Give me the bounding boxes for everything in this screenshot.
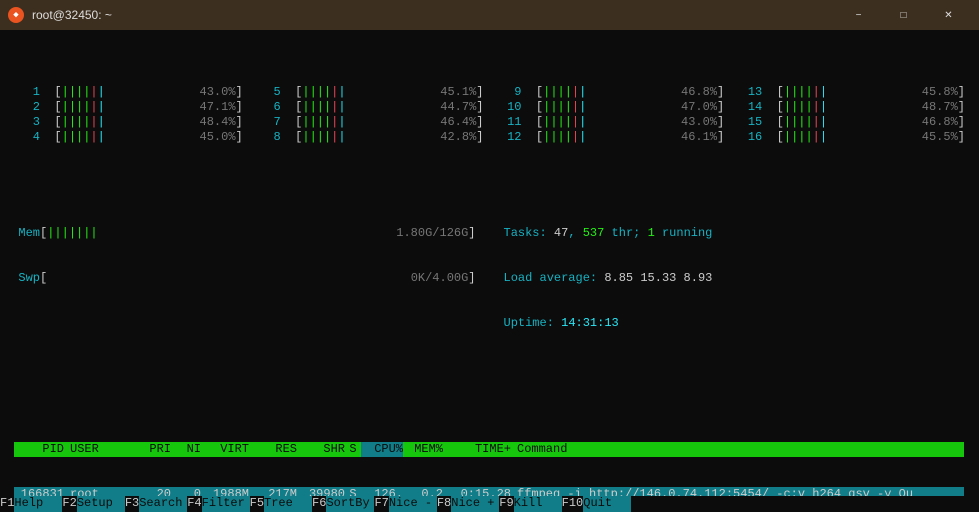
fkey-f5[interactable]: F5 bbox=[250, 496, 264, 512]
cpu-meter: 8 [|||||| 42.8%] bbox=[255, 130, 484, 145]
terminal-body[interactable]: 1 [|||||| 43.0%]2 [|||||| 47.1%]3 [|||||… bbox=[0, 30, 979, 496]
mem-meter: Mem[|||||||1.80G/126G] bbox=[14, 226, 476, 241]
fkey-label[interactable]: Nice + bbox=[451, 496, 499, 512]
fkey-label[interactable]: Setup bbox=[77, 496, 125, 512]
col-shr[interactable]: SHR bbox=[297, 442, 345, 457]
cpu-meter: 13 [|||||| 45.8%] bbox=[736, 85, 965, 100]
uptime-line: Uptime: 14:31:13 bbox=[504, 316, 966, 331]
fkey-f3[interactable]: F3 bbox=[125, 496, 139, 512]
fkey-label[interactable]: Search bbox=[139, 496, 187, 512]
cpu-meter: 4 [|||||| 45.0%] bbox=[14, 130, 243, 145]
cpu-meter: 10 [|||||| 47.0%] bbox=[496, 100, 725, 115]
fkey-f9[interactable]: F9 bbox=[499, 496, 513, 512]
fkey-f6[interactable]: F6 bbox=[312, 496, 326, 512]
fkey-label[interactable]: SortBy bbox=[326, 496, 374, 512]
cpu-meter: 1 [|||||| 43.0%] bbox=[14, 85, 243, 100]
col-mem[interactable]: MEM% bbox=[403, 442, 443, 457]
cpu-meter: 16 [|||||| 45.5%] bbox=[736, 130, 965, 145]
fkey-f1[interactable]: F1 bbox=[0, 496, 14, 512]
fkey-f10[interactable]: F10 bbox=[562, 496, 584, 512]
mem-summary: Mem[|||||||1.80G/126G] Swp[0K/4.00G] Tas… bbox=[14, 196, 965, 361]
cpu-meter: 7 [|||||| 46.4%] bbox=[255, 115, 484, 130]
loadavg-line: Load average: 8.85 15.33 8.93 bbox=[504, 271, 966, 286]
titlebar[interactable]: ◆ root@32450: ~ − □ ✕ bbox=[0, 0, 979, 30]
swp-meter: Swp[0K/4.00G] bbox=[14, 271, 476, 286]
fkey-label[interactable]: Filter bbox=[202, 496, 250, 512]
fkey-label[interactable]: Nice - bbox=[389, 496, 437, 512]
cpu-meter: 12 [|||||| 46.1%] bbox=[496, 130, 725, 145]
cpu-meter: 9 [|||||| 46.8%] bbox=[496, 85, 725, 100]
col-pri[interactable]: PRI bbox=[136, 442, 171, 457]
maximize-button[interactable]: □ bbox=[881, 0, 926, 30]
fkey-f4[interactable]: F4 bbox=[187, 496, 201, 512]
col-s[interactable]: S bbox=[345, 442, 361, 457]
cpu-meter: 5 [|||||| 45.1%] bbox=[255, 85, 484, 100]
fkey-f7[interactable]: F7 bbox=[374, 496, 388, 512]
col-cpu-sorted[interactable]: CPU% bbox=[361, 442, 403, 457]
function-key-bar: F1HelpF2SetupF3SearchF4FilterF5TreeF6Sor… bbox=[0, 496, 979, 512]
minimize-button[interactable]: − bbox=[836, 0, 881, 30]
col-pid[interactable]: PID bbox=[14, 442, 64, 457]
process-table: PID USER PRI NI VIRT RES SHR S CPU% MEM%… bbox=[14, 412, 965, 496]
col-res[interactable]: RES bbox=[249, 442, 297, 457]
window-title: root@32450: ~ bbox=[32, 8, 836, 23]
col-ni[interactable]: NI bbox=[171, 442, 201, 457]
cpu-meter: 6 [|||||| 44.7%] bbox=[255, 100, 484, 115]
col-virt[interactable]: VIRT bbox=[201, 442, 249, 457]
fkey-label[interactable]: Kill bbox=[514, 496, 562, 512]
fkey-f8[interactable]: F8 bbox=[437, 496, 451, 512]
fkey-f2[interactable]: F2 bbox=[62, 496, 76, 512]
col-command[interactable]: Command bbox=[511, 442, 964, 457]
col-user[interactable]: USER bbox=[64, 442, 136, 457]
terminal-window: ◆ root@32450: ~ − □ ✕ 1 [|||||| 43.0%]2 … bbox=[0, 0, 979, 512]
fkey-label[interactable]: Tree bbox=[264, 496, 312, 512]
cpu-meter: 3 [|||||| 48.4%] bbox=[14, 115, 243, 130]
cpu-meter: 11 [|||||| 43.0%] bbox=[496, 115, 725, 130]
tasks-line: Tasks: 47, 537 thr; 1 running bbox=[504, 226, 966, 241]
cpu-meter: 2 [|||||| 47.1%] bbox=[14, 100, 243, 115]
close-button[interactable]: ✕ bbox=[926, 0, 971, 30]
col-time[interactable]: TIME+ bbox=[443, 442, 511, 457]
process-table-header[interactable]: PID USER PRI NI VIRT RES SHR S CPU% MEM%… bbox=[14, 442, 964, 457]
fkey-label[interactable]: Quit bbox=[583, 496, 631, 512]
cpu-meter: 14 [|||||| 48.7%] bbox=[736, 100, 965, 115]
ubuntu-icon: ◆ bbox=[8, 7, 24, 23]
fkey-label[interactable]: Help bbox=[14, 496, 62, 512]
process-row[interactable]: 166831root2001988M217M39980S126.0.20:15.… bbox=[14, 487, 964, 496]
cpu-meters: 1 [|||||| 43.0%]2 [|||||| 47.1%]3 [|||||… bbox=[14, 85, 965, 145]
cpu-meter: 15 [|||||| 46.8%] bbox=[736, 115, 965, 130]
